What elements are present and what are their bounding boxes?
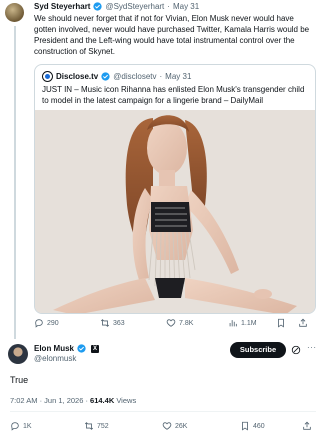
- quoted-tweet-header: Disclose.tv @disclosetv · May 31: [42, 71, 191, 82]
- bookmark-icon: [278, 318, 284, 328]
- bookmark-count: 460: [253, 422, 265, 430]
- share-icon: [299, 318, 307, 327]
- quoted-author-name: Disclose.tv: [56, 72, 99, 81]
- quoted-tweet-photo[interactable]: [35, 110, 315, 313]
- divider: [10, 411, 316, 412]
- like-button[interactable]: 7.8K: [166, 318, 193, 328]
- tweet-timestamp[interactable]: 7:02 AM · Jun 1, 2026 ·: [10, 396, 90, 405]
- repost-count: 363: [113, 319, 125, 327]
- more-options-button[interactable]: ···: [307, 343, 317, 352]
- views-count: 614.4K: [90, 396, 115, 405]
- reply-button[interactable]: 290: [34, 318, 59, 328]
- share-button[interactable]: [302, 421, 315, 431]
- affiliate-badge-icon: X: [91, 344, 100, 353]
- heart-icon: [166, 319, 176, 327]
- bookmark-icon: [242, 421, 248, 431]
- views-label: Views: [114, 396, 137, 405]
- verified-badge-icon: [93, 2, 103, 11]
- like-count: 26K: [175, 422, 188, 430]
- views-count: 1.1M: [241, 319, 257, 327]
- quoted-author-handle: @disclosetv: [113, 72, 157, 81]
- verified-badge-icon: [101, 72, 110, 81]
- avatar[interactable]: [8, 344, 28, 364]
- share-icon: [303, 421, 311, 430]
- subscribe-button[interactable]: Subscribe: [230, 342, 286, 358]
- grok-icon[interactable]: [291, 345, 301, 355]
- author-handle[interactable]: @elonmusk: [34, 354, 76, 363]
- author-handle[interactable]: @SydSteyerhart: [105, 2, 164, 11]
- tweet-text: True: [10, 375, 29, 385]
- reply-count: 1K: [23, 422, 32, 430]
- bookmark-button[interactable]: [276, 318, 289, 328]
- heart-icon: [162, 422, 172, 430]
- avatar[interactable]: [5, 3, 24, 22]
- verified-badge-icon: [77, 344, 86, 353]
- author-name[interactable]: Syd Steyerhart: [34, 2, 90, 11]
- views-button[interactable]: 1.1M: [228, 318, 257, 328]
- quoted-tweet-date: May 31: [165, 72, 192, 81]
- author-name[interactable]: Elon Musk: [34, 344, 74, 353]
- separator-dot: ·: [159, 72, 163, 81]
- reply-icon: [35, 319, 43, 328]
- tweet-syd-steyerhart[interactable]: Syd Steyerhart @SydSteyerhart · May 31 W…: [0, 0, 320, 339]
- reply-icon: [11, 422, 19, 431]
- views-icon: [229, 320, 237, 327]
- tweet-header: Syd Steyerhart @SydSteyerhart · May 31: [34, 2, 199, 11]
- quoted-avatar: [42, 71, 53, 82]
- like-button[interactable]: 26K: [162, 421, 187, 431]
- repost-icon: [84, 422, 94, 430]
- tweet-actions: 290 363 7.8K 1.1M: [34, 318, 316, 332]
- repost-count: 752: [97, 422, 109, 430]
- author-name-row: Elon Musk X: [34, 344, 100, 353]
- tweet-meta: 7:02 AM · Jun 1, 2026 · 614.4K Views: [10, 396, 136, 405]
- photo-model-illustration: [35, 110, 315, 313]
- reply-button[interactable]: 1K: [10, 421, 32, 431]
- quoted-tweet-text: JUST IN – Music icon Rihanna has enliste…: [42, 85, 305, 105]
- like-count: 7.8K: [179, 319, 194, 327]
- repost-button[interactable]: 363: [100, 318, 125, 328]
- bookmark-button[interactable]: 460: [240, 421, 265, 431]
- tweet-elon-musk[interactable]: Elon Musk X @elonmusk Subscribe ··· True…: [0, 339, 320, 442]
- tweet-actions: 1K 752 26K 460: [10, 421, 316, 435]
- thread-line: [14, 26, 16, 339]
- share-button[interactable]: [298, 318, 311, 328]
- separator-dot: ·: [167, 2, 170, 11]
- repost-icon: [100, 319, 110, 327]
- tweet-date[interactable]: May 31: [173, 2, 199, 11]
- quoted-tweet[interactable]: Disclose.tv @disclosetv · May 31 JUST IN…: [34, 64, 316, 314]
- tweet-text: We should never forget that if not for V…: [34, 14, 310, 56]
- reply-count: 290: [47, 319, 59, 327]
- repost-button[interactable]: 752: [84, 421, 109, 431]
